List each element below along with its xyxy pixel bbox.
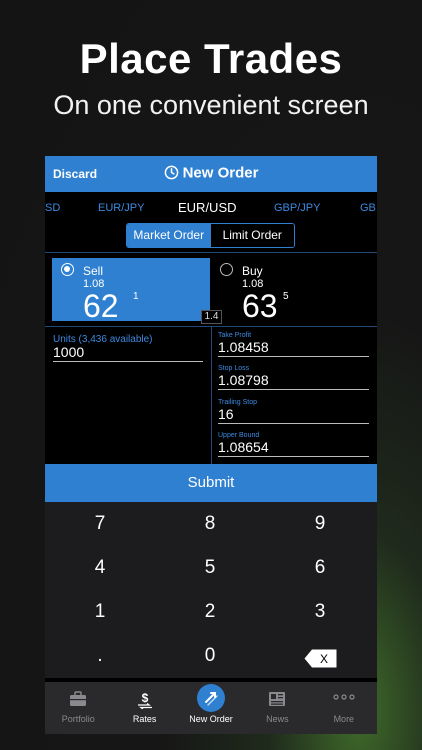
briefcase-icon	[70, 691, 87, 706]
stop-loss-field[interactable]: Stop Loss 1.08798	[218, 365, 369, 390]
order-type-segmented-control: Market Order Limit Order	[126, 223, 295, 248]
trailing-stop-label: Trailing Stop	[218, 399, 258, 406]
units-input[interactable]: 1000	[53, 344, 84, 360]
buy-radio[interactable]	[220, 263, 233, 276]
tab-label: Portfolio	[61, 714, 95, 724]
backspace-glyph: X	[320, 652, 328, 666]
pair-tab[interactable]: GB	[360, 202, 376, 214]
ellipsis-icon	[333, 694, 355, 700]
units-underline	[53, 361, 203, 362]
order-fields: Units (3,436 available) 1000 Take Profit…	[45, 327, 377, 464]
sell-label: Sell	[83, 264, 104, 278]
key-4[interactable]: 4	[45, 546, 155, 590]
field-underline	[218, 389, 369, 390]
limit-order-segment[interactable]: Limit Order	[210, 224, 294, 247]
key-7[interactable]: 7	[45, 502, 155, 546]
upper-bound-label: Upper Bound	[218, 432, 260, 439]
app-screen: Discard New Order SD EUR/JPY EUR/USD GBP…	[45, 156, 377, 734]
tab-new-order[interactable]: New Order	[178, 682, 244, 734]
key-2[interactable]: 2	[155, 590, 265, 634]
buy-quote-button[interactable]: Buy 1.08 63 5	[217, 258, 367, 324]
key-decimal[interactable]: .	[45, 634, 155, 678]
pair-tab[interactable]: GBP/JPY	[274, 202, 320, 214]
divider	[211, 327, 212, 464]
quote-row: Sell 1.08 62 1 1.4 Buy 1.08 63 5	[45, 253, 377, 326]
field-underline	[218, 423, 369, 424]
field-underline	[218, 456, 369, 457]
take-profit-label: Take Profit	[218, 332, 252, 339]
upper-bound-input[interactable]: 1.08654	[218, 439, 369, 455]
dollar-exchange-icon: $	[137, 691, 152, 709]
tab-label: More	[333, 714, 355, 724]
newspaper-icon	[269, 692, 286, 706]
tab-rates[interactable]: $ Rates	[111, 682, 177, 734]
page-title: New Order	[182, 164, 259, 182]
buy-price-big: 63	[242, 288, 278, 324]
nav-bar: Discard New Order	[45, 156, 377, 192]
tab-news[interactable]: News	[244, 682, 310, 734]
market-order-segment[interactable]: Market Order	[127, 224, 211, 247]
tab-more[interactable]: More	[311, 682, 377, 734]
tab-label: Rates	[132, 714, 157, 724]
buy-label: Buy	[242, 264, 263, 278]
svg-text:$: $	[141, 691, 148, 705]
key-0[interactable]: 0	[155, 634, 265, 678]
currency-pair-scroller[interactable]: SD EUR/JPY EUR/USD GBP/JPY GB	[45, 192, 377, 222]
key-1[interactable]: 1	[45, 590, 155, 634]
promo-headline: Place Trades	[79, 35, 343, 82]
stop-loss-input[interactable]: 1.08798	[218, 372, 369, 388]
key-3[interactable]: 3	[265, 590, 375, 634]
tab-bar: Portfolio $ Rates New Order News More	[45, 682, 377, 734]
backspace-icon[interactable]: X	[304, 649, 337, 668]
trailing-stop-field[interactable]: Trailing Stop 16	[218, 399, 369, 424]
submit-button[interactable]: Submit	[45, 464, 377, 502]
promo-subheadline: On one convenient screen	[53, 90, 369, 120]
tab-label: New Order	[189, 714, 233, 724]
pair-tab[interactable]: EUR/JPY	[98, 202, 144, 214]
numeric-keypad: 7 8 9 4 5 6 1 2 3 . 0 X	[45, 502, 377, 678]
pair-tab-active[interactable]: EUR/USD	[178, 200, 237, 215]
sell-price-big: 62	[83, 288, 119, 324]
stop-loss-label: Stop Loss	[218, 365, 250, 372]
nav-title: New Order	[45, 164, 377, 182]
key-5[interactable]: 5	[155, 546, 265, 590]
order-type-row: Market Order Limit Order	[45, 222, 377, 252]
tab-label: News	[266, 714, 289, 724]
take-profit-field[interactable]: Take Profit 1.08458	[218, 332, 369, 357]
key-6[interactable]: 6	[265, 546, 375, 590]
sell-radio[interactable]	[61, 263, 74, 276]
pair-tab[interactable]: SD	[45, 202, 60, 214]
upper-bound-field[interactable]: Upper Bound 1.08654	[218, 432, 369, 457]
key-9[interactable]: 9	[265, 502, 375, 546]
field-underline	[218, 356, 369, 357]
sell-quote-button[interactable]: Sell 1.08 62 1	[52, 258, 210, 324]
take-profit-input[interactable]: 1.08458	[218, 339, 369, 355]
trailing-stop-input[interactable]: 16	[218, 406, 369, 422]
trade-arrows-icon	[205, 692, 218, 706]
clock-icon	[164, 165, 178, 180]
sell-price-pip: 1	[133, 291, 139, 302]
key-8[interactable]: 8	[155, 502, 265, 546]
tab-portfolio[interactable]: Portfolio	[45, 682, 111, 734]
buy-price-pip: 5	[283, 291, 289, 302]
